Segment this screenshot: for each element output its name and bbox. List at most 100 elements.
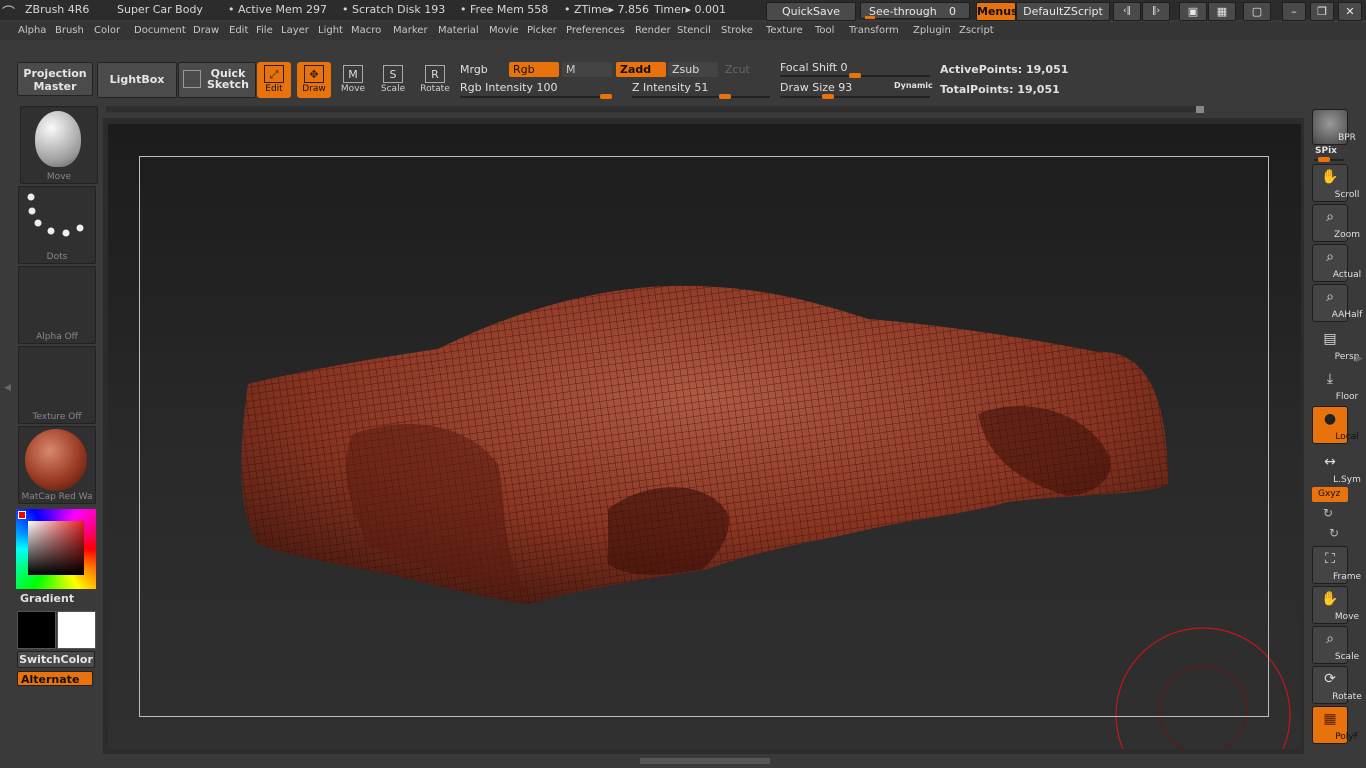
draw-mode-button[interactable]: ✥ Draw xyxy=(297,62,331,98)
color-picker[interactable] xyxy=(16,509,96,589)
layout-1-icon[interactable]: ▣ xyxy=(1179,2,1207,21)
rgb-button[interactable]: Rgb xyxy=(509,62,559,77)
projection-master-button[interactable]: Projection Master xyxy=(17,62,93,96)
stroke-thumbnail[interactable]: Dots xyxy=(18,186,96,264)
top-scrollbar[interactable] xyxy=(106,106,1202,112)
alternate-button[interactable]: Alternate xyxy=(17,671,93,686)
main-color-swatch[interactable] xyxy=(57,611,96,649)
menu-draw[interactable]: Draw xyxy=(193,25,219,36)
lsym-button[interactable]: ↔ L.Sym xyxy=(1312,449,1361,487)
menu-material[interactable]: Material xyxy=(438,25,479,36)
frame-icon: ⛶ xyxy=(1325,551,1335,567)
draw-size-slider[interactable] xyxy=(780,94,930,99)
lightbox-button[interactable]: LightBox xyxy=(97,62,177,98)
alpha-thumbnail[interactable]: Alpha Off xyxy=(18,266,96,344)
move-button[interactable]: ✋ Move xyxy=(1312,586,1359,624)
menu-stencil[interactable]: Stencil xyxy=(677,25,711,36)
menu-movie[interactable]: Movie xyxy=(489,25,519,36)
rotate-z-icon[interactable]: ↻ xyxy=(1329,526,1339,540)
left-tray-arrow-icon[interactable]: ◀ xyxy=(4,383,11,393)
rgb-intensity-slider[interactable] xyxy=(460,94,612,99)
aahalf-button[interactable]: ⌕ AAHalf xyxy=(1312,284,1362,322)
dynamic-toggle[interactable]: Dynamic xyxy=(894,81,933,90)
menu-light[interactable]: Light xyxy=(318,25,343,36)
persp-button[interactable]: ▤ Persp xyxy=(1312,326,1359,364)
restore-icon[interactable]: ❐ xyxy=(1310,2,1334,21)
texture-thumbnail[interactable]: Texture Off xyxy=(18,346,96,424)
spix-slider[interactable] xyxy=(1314,157,1344,162)
move-mode-button[interactable]: M Move xyxy=(336,62,370,98)
quicksave-button[interactable]: QuickSave xyxy=(766,2,856,21)
menu-zplugin[interactable]: Zplugin xyxy=(913,25,951,36)
zoom-button[interactable]: ⌕ Zoom xyxy=(1312,204,1360,242)
local-button[interactable]: ● Local xyxy=(1312,406,1359,444)
switch-color-button[interactable]: SwitchColor xyxy=(17,651,95,668)
menu-file[interactable]: File xyxy=(256,25,273,36)
see-through-slider[interactable]: See-through 0 xyxy=(860,2,970,19)
focal-shift-knob[interactable] xyxy=(849,73,861,78)
color-square[interactable] xyxy=(28,521,84,575)
m-button[interactable]: M xyxy=(562,62,612,77)
draw-size-knob[interactable] xyxy=(822,94,834,99)
material-thumbnail[interactable]: MatCap Red Wa xyxy=(18,426,96,504)
menu-edit[interactable]: Edit xyxy=(229,25,248,36)
z-intensity-knob[interactable] xyxy=(719,94,731,99)
menu-macro[interactable]: Macro xyxy=(351,25,381,36)
right-tray-arrow-icon[interactable]: ▶ xyxy=(1356,354,1363,364)
menu-tool[interactable]: Tool xyxy=(815,25,834,36)
scale-mode-button[interactable]: S Scale xyxy=(376,62,410,98)
rgb-intensity-knob[interactable] xyxy=(600,94,612,99)
rgb-intensity-label: Rgb Intensity 100 xyxy=(460,81,558,94)
menu-color[interactable]: Color xyxy=(94,25,120,36)
menu-preferences[interactable]: Preferences xyxy=(566,25,625,36)
title-bar: ⌒ ZBrush 4R6 Super Car Body • Active Mem… xyxy=(0,0,1366,21)
stroke-name: Dots xyxy=(46,252,68,262)
z-intensity-slider[interactable] xyxy=(632,94,770,99)
menu-marker[interactable]: Marker xyxy=(393,25,428,36)
secondary-color-swatch[interactable] xyxy=(17,611,56,649)
zadd-button[interactable]: Zadd xyxy=(616,62,666,77)
zcut-button[interactable]: Zcut xyxy=(725,63,750,76)
menus-button[interactable]: Menus xyxy=(976,2,1018,21)
focal-shift-slider[interactable] xyxy=(780,73,930,78)
color-marker[interactable] xyxy=(18,511,26,519)
quick-sketch-button[interactable]: Quick Sketch xyxy=(178,62,256,98)
layout-2-icon[interactable]: ▦ xyxy=(1208,2,1236,21)
menu-document[interactable]: Document xyxy=(134,25,186,36)
rotate-mode-button[interactable]: R Rotate xyxy=(418,62,452,98)
collapse-left-icon[interactable]: ‹‖ xyxy=(1113,2,1141,21)
menu-layer[interactable]: Layer xyxy=(281,25,309,36)
bottom-tray-handle[interactable] xyxy=(640,758,770,764)
top-scrollbar-handle[interactable] xyxy=(1196,106,1204,113)
actual-button[interactable]: ⌕ Actual xyxy=(1312,244,1361,282)
lock-icon[interactable]: ▢ xyxy=(1243,2,1271,21)
menu-texture[interactable]: Texture xyxy=(766,25,803,36)
spix-knob[interactable] xyxy=(1318,157,1330,162)
close-icon[interactable]: ✕ xyxy=(1338,2,1362,21)
edit-mode-button[interactable]: ⤢ Edit xyxy=(257,62,291,98)
frame-button[interactable]: ⛶ Frame xyxy=(1312,546,1361,584)
floor-button[interactable]: ⤓ Floor xyxy=(1312,366,1358,404)
minimize-icon[interactable]: – xyxy=(1282,2,1306,21)
zsub-button[interactable]: Zsub xyxy=(668,62,718,77)
rotate-y-icon[interactable]: ↻ xyxy=(1323,506,1333,520)
collapse-right-icon[interactable]: ‖› xyxy=(1142,2,1170,21)
bpr-button[interactable]: BPR xyxy=(1312,109,1356,145)
menu-brush[interactable]: Brush xyxy=(55,25,84,36)
menu-stroke[interactable]: Stroke xyxy=(721,25,753,36)
menu-transform[interactable]: Transform xyxy=(849,25,899,36)
brush-thumbnail[interactable]: Move xyxy=(20,106,98,184)
menu-render[interactable]: Render xyxy=(635,25,671,36)
rotate-button[interactable]: ⟳ Rotate xyxy=(1312,666,1362,704)
menu-picker[interactable]: Picker xyxy=(527,25,557,36)
scale-magnifier-icon: ⌕ xyxy=(1326,631,1334,647)
default-zscript-button[interactable]: DefaultZScript xyxy=(1016,2,1110,21)
xyz-button[interactable]: Gxyz xyxy=(1312,487,1348,502)
mrgb-button[interactable]: Mrgb xyxy=(460,63,488,76)
menu-alpha[interactable]: Alpha xyxy=(18,25,46,36)
polyf-button[interactable]: ▦ PolyF xyxy=(1312,706,1359,744)
scale-button[interactable]: ⌕ Scale xyxy=(1312,626,1359,664)
menu-zscript[interactable]: Zscript xyxy=(959,25,994,36)
scroll-button[interactable]: ✋ Scroll xyxy=(1312,164,1359,202)
scratch-disk: • Scratch Disk 193 xyxy=(342,3,446,16)
